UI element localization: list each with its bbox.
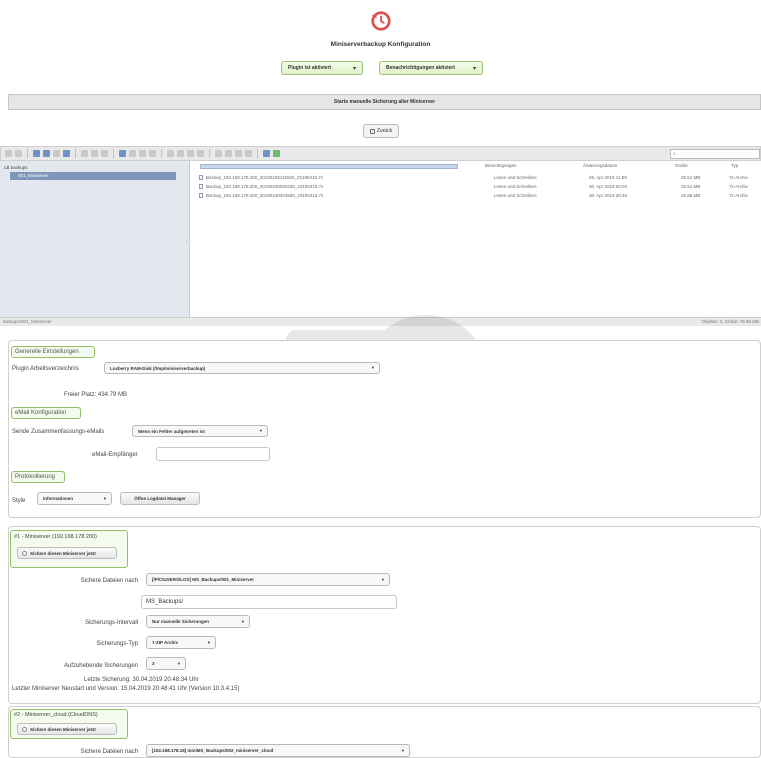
miniserver-2-title: #2 - Miniserver_cloud (CloudDNS): [14, 712, 98, 718]
tree-item-selected[interactable]: 001_Miniserver: [10, 172, 176, 180]
view-list-icon[interactable]: [245, 150, 252, 157]
workdir-select[interactable]: Loxberry RAM-Disk (/tmp/miniserverbackup…: [104, 362, 380, 374]
filemanager-search-input[interactable]: ⌕: [670, 149, 760, 159]
file-icon: [199, 175, 203, 180]
view-icons-icon[interactable]: [235, 150, 242, 157]
file-icon: [199, 184, 203, 189]
status-path: backups/001_Miniserver: [3, 319, 52, 324]
file-row[interactable]: Backup_192.168.178.200_20190430204830_20…: [195, 193, 761, 200]
tree-root-item[interactable]: LB backups: [4, 165, 28, 170]
interval-label-1: Sicherungs-Intervall: [84, 620, 138, 626]
resize-handle[interactable]: ⋮: [184, 238, 189, 244]
status-objects: Objekte: 3, Größe: 76.90 MB: [701, 319, 759, 324]
chevron-down-icon: ▾: [259, 428, 262, 433]
manual-backup-button[interactable]: Starte manuelle Sicherung aller Miniserv…: [8, 94, 761, 110]
chevron-down-icon: ▾: [401, 747, 404, 753]
send-summary-select[interactable]: Wenn ein Fehler aufgetreten ist ▾: [132, 425, 268, 437]
copy-icon[interactable]: [119, 150, 126, 157]
backup-history-icon: [371, 11, 391, 31]
folder-tree: [0, 161, 190, 317]
fullscreen-icon[interactable]: [273, 150, 280, 157]
workdir-label: Plugin Arbeitsverzeichnis: [12, 366, 79, 372]
free-space-text: Freier Platz: 434.79 MB: [64, 392, 128, 398]
search-icon[interactable]: [225, 150, 232, 157]
last-restart-text-1: Letzter Miniserver Neustart und Version:…: [12, 686, 240, 692]
open-icon[interactable]: [81, 150, 88, 157]
interval-select-1[interactable]: Nur manuelle Sicherungen ▾: [146, 615, 250, 628]
file-row[interactable]: Backup_192.168.178.200_20190425115925_20…: [195, 175, 761, 182]
email-config-legend: eMail Konfiguration: [11, 407, 81, 419]
duplicate-icon[interactable]: [149, 150, 156, 157]
checkbox-icon: [22, 550, 27, 556]
type-label-1: Sicherungs-Typ: [96, 641, 138, 647]
miniserver-1-title: #1 - Miniserver (192.168.178.200): [14, 534, 97, 540]
destination-select-2[interactable]: [192.168.178.18] miniMS_Backups/002_mini…: [146, 744, 410, 757]
filemanager-toolbar: ⌕: [0, 146, 761, 161]
home-icon[interactable]: [33, 150, 40, 157]
chevron-down-icon: ▾: [241, 618, 244, 624]
retain-label-1: Aufzuhebende Sicherungen: [63, 663, 138, 669]
general-settings-legend: Generelle Einstellungen: [11, 346, 95, 358]
file-list-header: Berechtigungen Änderungsdatum Größe Typ: [191, 163, 761, 171]
send-summary-label: Sende Zusammenfassungs-eMails: [12, 429, 105, 435]
column-permissions[interactable]: Berechtigungen: [485, 163, 517, 168]
paste-icon[interactable]: [139, 150, 146, 157]
log-style-select[interactable]: Informationen ▾: [37, 492, 112, 505]
chevron-down-icon: ▾: [352, 65, 356, 72]
extract-icon[interactable]: [215, 150, 222, 157]
forward-arrow-icon[interactable]: [15, 150, 22, 157]
notifications-status-select[interactable]: Benachrichtigungen aktiviert ▾: [379, 61, 483, 75]
delete-icon[interactable]: [177, 150, 184, 157]
destination-label-1: Sichere Dateien nach: [80, 578, 138, 584]
destination-label-2: Sichere Dateien nach: [80, 749, 138, 755]
reload-icon[interactable]: [43, 150, 50, 157]
chevron-down-icon: ▾: [103, 495, 106, 501]
help-icon[interactable]: [263, 150, 270, 157]
recipient-label: eMail-Empfänger: [92, 452, 138, 458]
back-button[interactable]: Zurück: [363, 124, 399, 138]
cut-icon[interactable]: [129, 150, 136, 157]
plugin-status-select[interactable]: Plugin ist aktiviert ▾: [281, 61, 363, 75]
file-icon: [199, 193, 203, 198]
rename-icon[interactable]: [167, 150, 174, 157]
type-select-1[interactable]: 7-ZIP Archiv ▾: [146, 636, 216, 649]
backup-now-checkbox-1[interactable]: Sichere diesen Miniserver jetzt: [17, 547, 117, 559]
chevron-down-icon: ▾: [177, 660, 180, 666]
last-backup-text-1: Letzte Sicherung: 30.04.2019 20:48:34 Uh…: [84, 677, 199, 683]
logging-legend: Protokollierung: [11, 471, 65, 483]
chevron-down-icon: ▾: [207, 639, 210, 645]
back-icon: [369, 128, 375, 134]
chevron-down-icon: ▾: [371, 365, 374, 370]
page-title: Miniserverbackup Konfiguration: [330, 41, 431, 48]
back-arrow-icon[interactable]: [5, 150, 12, 157]
archive-icon[interactable]: [197, 150, 204, 157]
subdirectory-field-1[interactable]: MS_Backups/: [141, 595, 397, 609]
column-modified[interactable]: Änderungsdatum: [583, 163, 617, 168]
edit-icon[interactable]: [187, 150, 194, 157]
style-label: Style: [12, 498, 26, 504]
save-icon[interactable]: [63, 150, 70, 157]
download-icon[interactable]: [91, 150, 98, 157]
info-icon[interactable]: [101, 150, 108, 157]
destination-select-1[interactable]: [/P/CIUSERS/LOX] MS_Backups/001_Miniserv…: [146, 573, 390, 586]
file-row[interactable]: Backup_192.168.178.200_20190430020430_20…: [195, 184, 761, 191]
column-size[interactable]: Größe: [675, 163, 688, 168]
upload-icon[interactable]: [53, 150, 60, 157]
chevron-down-icon: ▾: [381, 576, 384, 582]
column-type[interactable]: Typ: [731, 163, 738, 168]
chevron-down-icon: ▾: [472, 65, 476, 72]
open-logfile-button[interactable]: Öffne Logdatei Manager: [120, 492, 200, 505]
backup-now-checkbox-2[interactable]: Sichere diesen Miniserver jetzt: [17, 723, 117, 735]
checkbox-icon: [22, 726, 27, 732]
retain-select-1[interactable]: 3 ▾: [146, 657, 186, 670]
email-recipient-field[interactable]: [156, 447, 270, 461]
